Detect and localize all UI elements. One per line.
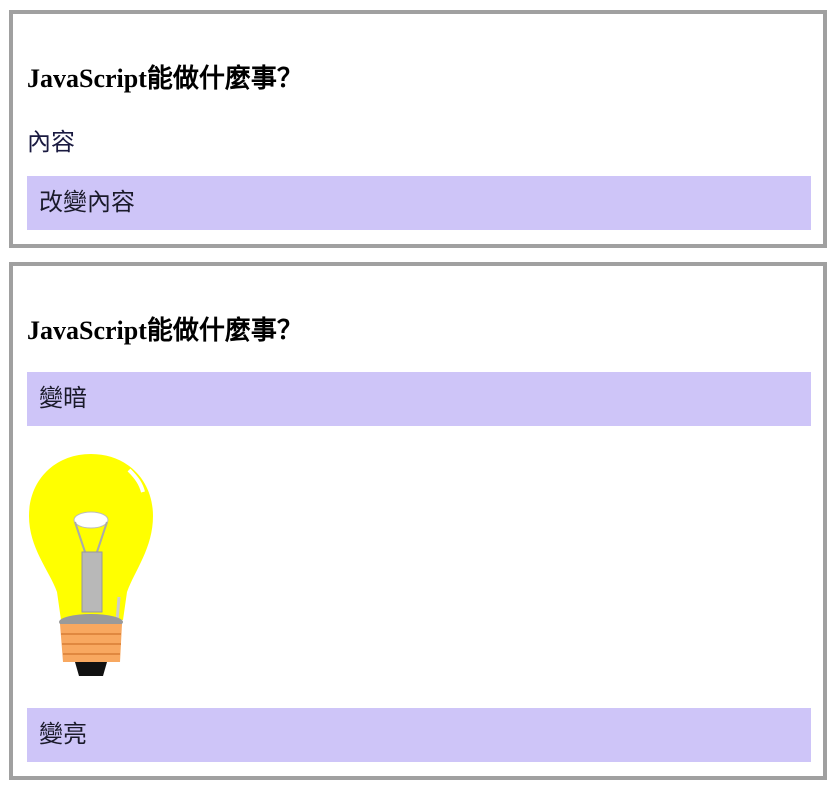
content-text: 內容 (27, 130, 75, 156)
section-heading: JavaScript能做什麼事？ (27, 316, 303, 345)
turn-on-button[interactable]: 變亮 (27, 708, 811, 762)
demo-content-panel: JavaScript能做什麼事？ 內容 改變內容 (9, 10, 827, 248)
lightbulb-image (29, 454, 153, 676)
turn-off-button[interactable]: 變暗 (27, 372, 811, 426)
change-content-button[interactable]: 改變內容 (27, 176, 811, 230)
demo-bulb-panel: JavaScript能做什麼事？ 變暗 變亮 (9, 262, 827, 780)
section-heading: JavaScript能做什麼事？ (27, 64, 303, 93)
